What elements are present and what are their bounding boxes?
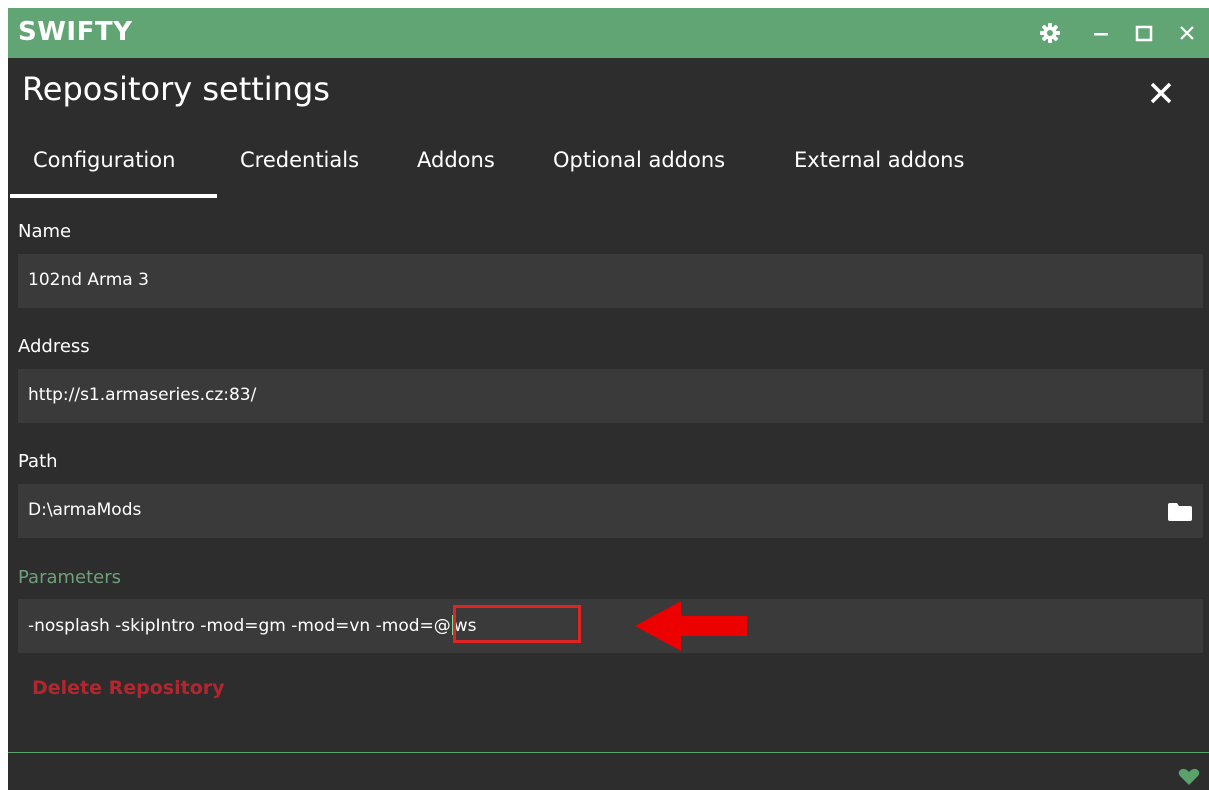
heart-icon xyxy=(1178,768,1200,785)
path-label: Path xyxy=(18,451,58,472)
tab-external-addons[interactable]: External addons xyxy=(794,140,964,196)
close-icon xyxy=(1150,82,1172,104)
annotation-highlight-box xyxy=(453,605,581,643)
parameters-label: Parameters xyxy=(18,567,122,588)
tab-addons[interactable]: Addons xyxy=(417,140,495,196)
page-title: Repository settings xyxy=(22,70,330,108)
tab-optional-addons[interactable]: Optional addons xyxy=(553,140,725,196)
delete-repository-button[interactable]: Delete Repository xyxy=(32,677,225,699)
tab-configuration[interactable]: Configuration xyxy=(33,140,175,196)
tab-credentials[interactable]: Credentials xyxy=(240,140,359,196)
path-value: D:\armaMods xyxy=(28,500,142,520)
close-icon[interactable] xyxy=(1176,20,1198,46)
title-bar[interactable]: SWIFTY xyxy=(8,8,1209,58)
maximize-icon[interactable] xyxy=(1133,20,1155,46)
tab-bar: Configuration Credentials Addons Optiona… xyxy=(8,140,1209,198)
gear-icon[interactable] xyxy=(1038,20,1062,46)
red-arrow-icon xyxy=(635,601,747,651)
name-value: 102nd Arma 3 xyxy=(28,270,149,290)
status-bar-divider xyxy=(8,752,1209,753)
address-label: Address xyxy=(18,336,90,357)
address-value: http://s1.armaseries.cz:83/ xyxy=(28,385,257,405)
app-title: SWIFTY xyxy=(18,17,133,47)
minimize-icon[interactable] xyxy=(1091,20,1111,46)
app-window: SWIFTY Repository settings Configuration… xyxy=(8,8,1209,790)
active-tab-indicator xyxy=(10,194,217,198)
name-label: Name xyxy=(18,221,72,242)
name-field[interactable]: 102nd Arma 3 xyxy=(18,254,1203,308)
close-settings-button[interactable] xyxy=(1146,78,1176,112)
parameters-value: -nosplash -skipIntro -mod=gm -mod=vn -mo… xyxy=(28,615,477,636)
path-field[interactable]: D:\armaMods xyxy=(18,484,1203,538)
address-field[interactable]: http://s1.armaseries.cz:83/ xyxy=(18,369,1203,423)
parameters-text: -nosplash -skipIntro -mod=gm -mod=vn xyxy=(28,616,376,636)
parameters-highlighted-text: -mod=@ xyxy=(375,616,451,636)
parameters-field[interactable]: -nosplash -skipIntro -mod=gm -mod=vn -mo… xyxy=(18,599,1203,653)
folder-icon[interactable] xyxy=(1167,502,1193,526)
